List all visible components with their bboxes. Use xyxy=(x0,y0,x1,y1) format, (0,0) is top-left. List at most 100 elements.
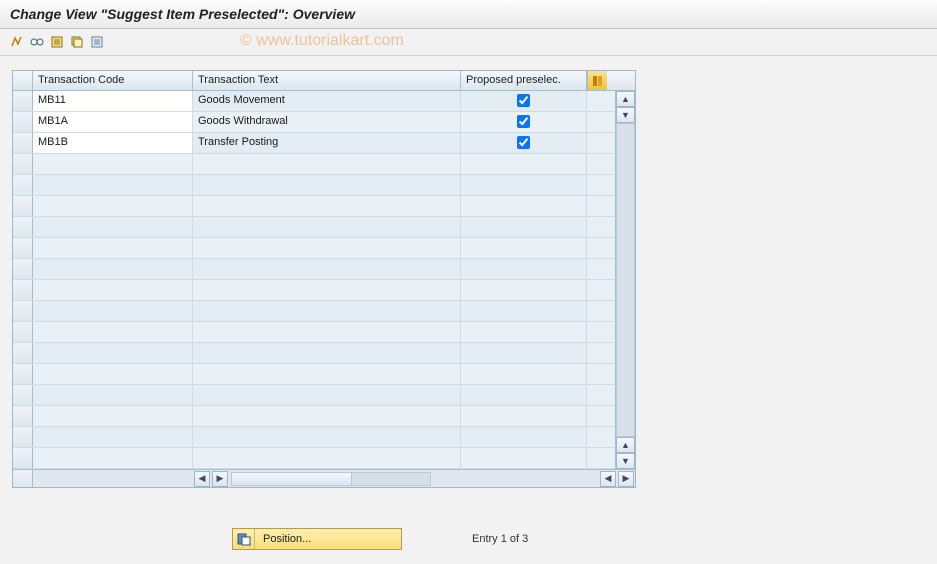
table-row[interactable] xyxy=(13,301,615,322)
row-selector[interactable] xyxy=(13,175,33,195)
cell-code[interactable] xyxy=(33,343,193,363)
cell-proposed[interactable] xyxy=(461,259,587,279)
scroll-up-icon[interactable]: ▲ xyxy=(616,91,635,107)
cell-proposed[interactable] xyxy=(461,175,587,195)
cell-code[interactable] xyxy=(33,154,193,174)
cell-proposed[interactable] xyxy=(461,112,587,132)
table-row[interactable] xyxy=(13,175,615,196)
scroll-track[interactable] xyxy=(616,123,635,437)
table-row[interactable] xyxy=(13,385,615,406)
scroll-down-icon[interactable]: ▼ xyxy=(616,107,635,123)
hscroll-right-icon[interactable]: ▶ xyxy=(212,471,228,487)
cell-proposed[interactable] xyxy=(461,343,587,363)
cell-proposed[interactable] xyxy=(461,427,587,447)
cell-proposed[interactable] xyxy=(461,154,587,174)
row-selector[interactable] xyxy=(13,343,33,363)
horizontal-scrollbar[interactable]: ◀ ▶ ◀ ▶ xyxy=(13,469,635,487)
table-row[interactable] xyxy=(13,322,615,343)
cell-proposed[interactable] xyxy=(461,406,587,426)
cell-proposed[interactable] xyxy=(461,217,587,237)
cell-code[interactable] xyxy=(33,406,193,426)
table-row[interactable] xyxy=(13,406,615,427)
cell-code[interactable] xyxy=(33,364,193,384)
cell-code[interactable] xyxy=(33,280,193,300)
proposed-checkbox[interactable] xyxy=(517,115,530,128)
hscroll-left2-icon[interactable]: ◀ xyxy=(600,471,616,487)
row-selector[interactable] xyxy=(13,301,33,321)
cell-code[interactable] xyxy=(33,238,193,258)
row-selector[interactable] xyxy=(13,154,33,174)
delete-icon[interactable] xyxy=(88,33,106,51)
cell-proposed[interactable] xyxy=(461,322,587,342)
row-selector[interactable] xyxy=(13,196,33,216)
cell-code[interactable] xyxy=(33,427,193,447)
hscroll-right2-icon[interactable]: ▶ xyxy=(618,471,634,487)
cell-code[interactable]: MB1B xyxy=(33,133,193,153)
table-row[interactable] xyxy=(13,427,615,448)
table-row[interactable]: MB11Goods Movement xyxy=(13,91,615,112)
glasses-icon[interactable] xyxy=(28,33,46,51)
row-selector[interactable] xyxy=(13,385,33,405)
cell-code[interactable] xyxy=(33,448,193,468)
cell-code[interactable] xyxy=(33,322,193,342)
proposed-checkbox[interactable] xyxy=(517,94,530,107)
cell-code[interactable] xyxy=(33,259,193,279)
cell-proposed[interactable] xyxy=(461,385,587,405)
table-row[interactable]: MB1AGoods Withdrawal xyxy=(13,112,615,133)
table-row[interactable] xyxy=(13,154,615,175)
row-selector[interactable] xyxy=(13,112,33,132)
column-header-proposed[interactable]: Proposed preselec. xyxy=(461,71,587,90)
row-selector[interactable] xyxy=(13,217,33,237)
cell-proposed[interactable] xyxy=(461,196,587,216)
row-selector[interactable] xyxy=(13,280,33,300)
row-selector[interactable] xyxy=(13,91,33,111)
hscroll-thumb[interactable] xyxy=(232,473,352,485)
cell-code[interactable] xyxy=(33,196,193,216)
table-row[interactable] xyxy=(13,217,615,238)
cell-code[interactable]: MB1A xyxy=(33,112,193,132)
hscroll-track[interactable] xyxy=(231,472,431,486)
cell-code[interactable] xyxy=(33,175,193,195)
table-row[interactable] xyxy=(13,259,615,280)
table-row[interactable] xyxy=(13,238,615,259)
row-selector[interactable] xyxy=(13,322,33,342)
row-selector[interactable] xyxy=(13,427,33,447)
table-row[interactable] xyxy=(13,196,615,217)
cell-proposed[interactable] xyxy=(461,301,587,321)
column-header-text[interactable]: Transaction Text xyxy=(193,71,461,90)
table-row[interactable]: MB1BTransfer Posting xyxy=(13,133,615,154)
scroll-up2-icon[interactable]: ▲ xyxy=(616,437,635,453)
column-header-code[interactable]: Transaction Code xyxy=(33,71,193,90)
scroll-down2-icon[interactable]: ▼ xyxy=(616,453,635,469)
table-row[interactable] xyxy=(13,280,615,301)
cell-code[interactable] xyxy=(33,385,193,405)
cell-code[interactable] xyxy=(33,217,193,237)
row-selector[interactable] xyxy=(13,259,33,279)
vertical-scrollbar[interactable]: ▲ ▼ ▲ ▼ xyxy=(615,91,635,469)
row-selector[interactable] xyxy=(13,448,33,468)
new-entries-icon[interactable] xyxy=(48,33,66,51)
row-selector[interactable] xyxy=(13,238,33,258)
cell-proposed[interactable] xyxy=(461,448,587,468)
table-config-icon[interactable] xyxy=(587,71,607,90)
copy-icon[interactable] xyxy=(68,33,86,51)
proposed-checkbox[interactable] xyxy=(517,136,530,149)
row-selector[interactable] xyxy=(13,406,33,426)
table-row[interactable] xyxy=(13,364,615,385)
toolbar: © www.tutorialkart.com xyxy=(0,29,937,56)
cell-proposed[interactable] xyxy=(461,91,587,111)
cell-proposed[interactable] xyxy=(461,238,587,258)
hscroll-left-icon[interactable]: ◀ xyxy=(194,471,210,487)
cell-code[interactable]: MB11 xyxy=(33,91,193,111)
position-button[interactable]: Position... xyxy=(232,528,402,550)
cell-proposed[interactable] xyxy=(461,364,587,384)
cell-code[interactable] xyxy=(33,301,193,321)
select-all-corner[interactable] xyxy=(13,71,33,90)
row-selector[interactable] xyxy=(13,133,33,153)
table-row[interactable] xyxy=(13,343,615,364)
toggle-icon[interactable] xyxy=(8,33,26,51)
table-row[interactable] xyxy=(13,448,615,469)
cell-proposed[interactable] xyxy=(461,133,587,153)
row-selector[interactable] xyxy=(13,364,33,384)
cell-proposed[interactable] xyxy=(461,280,587,300)
